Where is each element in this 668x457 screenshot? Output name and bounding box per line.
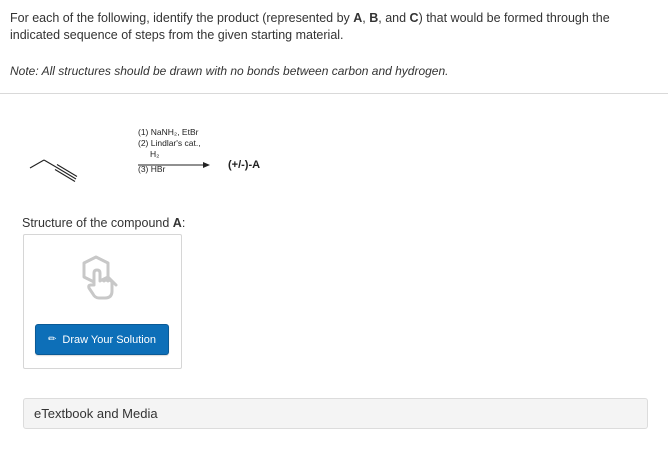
product-label: (+/-)-A xyxy=(228,159,261,171)
reagents: (1) NaNH₂, EtBr (2) Lindlar's cat., H₂ (… xyxy=(138,127,201,175)
structure-label-compound: A xyxy=(172,216,182,230)
reagent-h2: H₂ xyxy=(150,149,160,159)
pencil-icon: ✏ xyxy=(48,334,57,345)
starting-material-structure xyxy=(29,159,78,182)
bond xyxy=(43,159,57,168)
draw-your-solution-label: Draw Your Solution xyxy=(62,333,156,346)
and-text: , and xyxy=(378,11,410,25)
divider xyxy=(0,93,668,94)
structure-label-colon: : xyxy=(181,216,186,230)
structure-label: Structure of the compound A: xyxy=(22,216,185,230)
drawing-area[interactable]: ✏ Draw Your Solution xyxy=(23,234,182,369)
question-text: For each of the following, identify the … xyxy=(10,10,650,44)
molecule-drawing-icon xyxy=(82,255,118,300)
reagent-step-1: (1) NaNH₂, EtBr xyxy=(138,127,199,137)
question-text-part1: For each of the following, identify the … xyxy=(10,11,354,25)
triple-bond-center xyxy=(55,166,77,180)
structure-label-text: Structure of the compound xyxy=(22,216,173,230)
bond xyxy=(29,159,45,169)
label-b: B xyxy=(369,11,379,25)
label-a: A xyxy=(353,11,363,25)
reagent-step-2: (2) Lindlar's cat., xyxy=(138,138,201,148)
reagent-step-3: (3) HBr xyxy=(138,164,166,174)
label-c: C xyxy=(409,11,419,25)
triple-bond-line xyxy=(54,169,76,182)
triple-bond-line xyxy=(56,164,78,177)
etextbook-media-label: eTextbook and Media xyxy=(34,406,158,421)
reaction-scheme: (1) NaNH₂, EtBr (2) Lindlar's cat., H₂ (… xyxy=(20,120,340,200)
draw-your-solution-button[interactable]: ✏ Draw Your Solution xyxy=(35,324,169,355)
etextbook-media-button[interactable]: eTextbook and Media xyxy=(23,398,648,429)
note-text: Note: All structures should be drawn wit… xyxy=(10,64,449,78)
